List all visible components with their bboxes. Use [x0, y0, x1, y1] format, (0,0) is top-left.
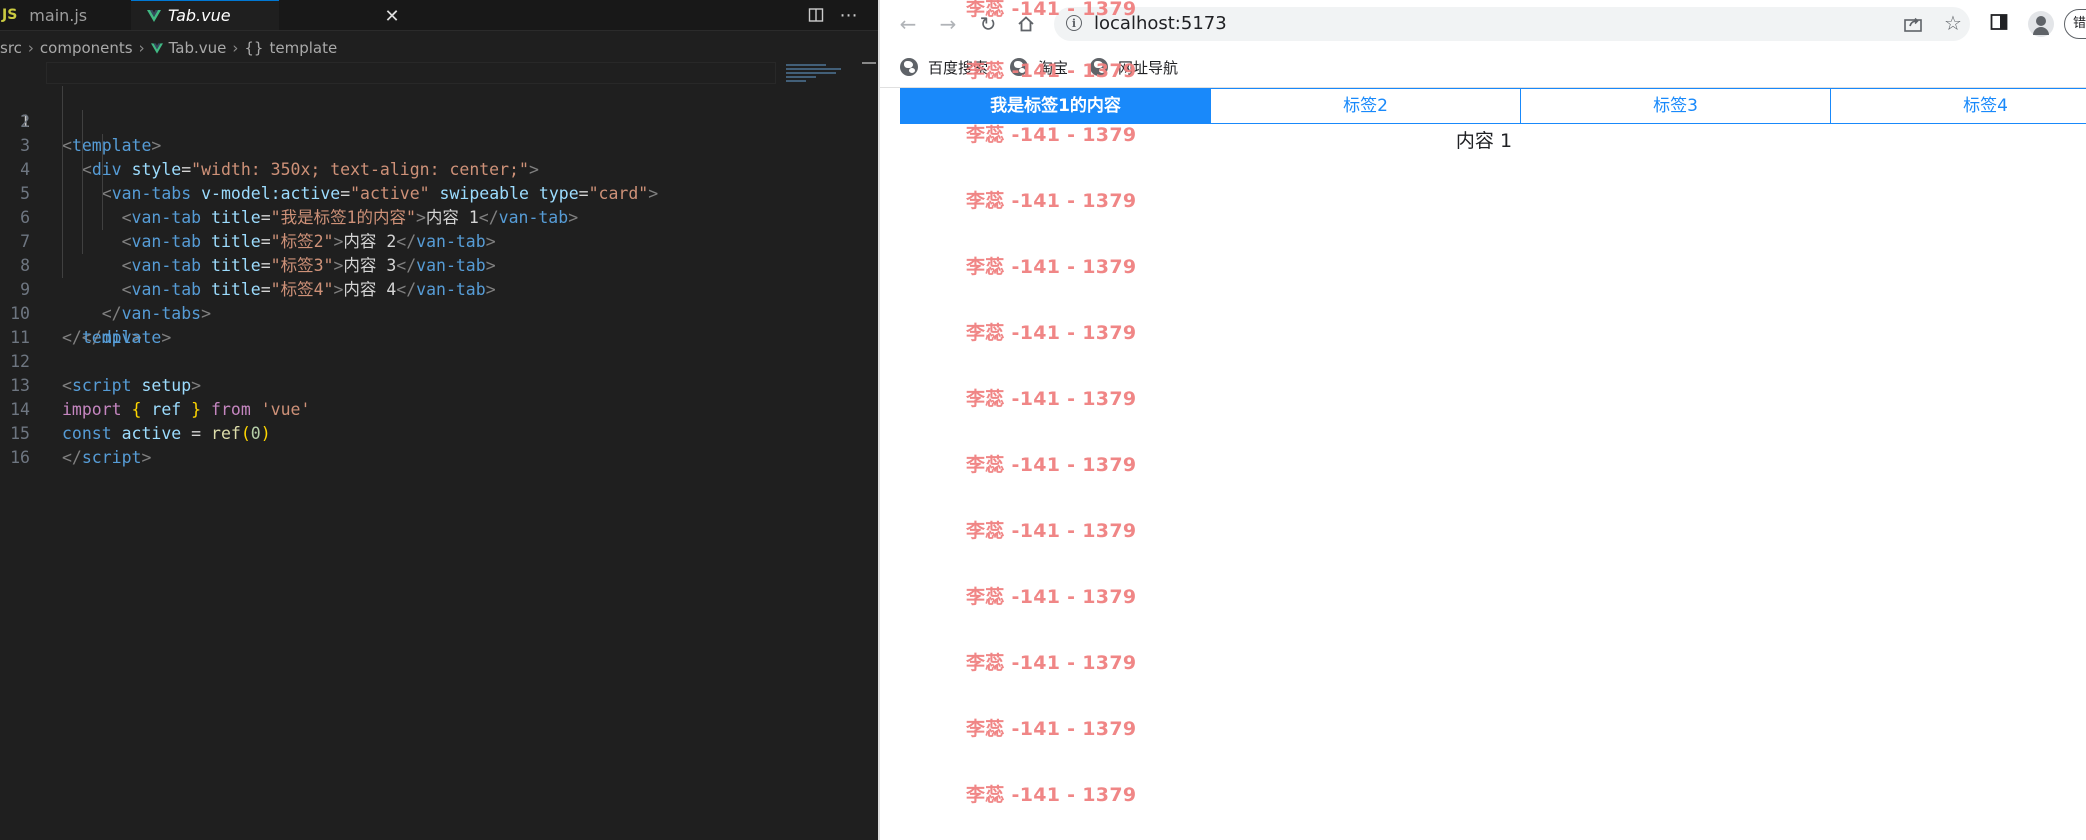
van-tabs-card: 我是标签1的内容 标签2 标签3 标签4	[900, 88, 2086, 124]
code-line: 2 <div style="width: 350x; text-align: c…	[0, 86, 878, 179]
code-line: 1 <template>	[0, 62, 878, 155]
profile-button[interactable]: 错	[2064, 9, 2086, 39]
code-editor: JS main.js Tab.vue ✕ ⋯ src › components › …	[0, 0, 878, 840]
more-actions-icon[interactable]: ⋯	[838, 4, 860, 26]
watermark-text: 李蕊 -141 - 1379	[966, 718, 1137, 740]
page-viewport: 我是标签1的内容 标签2 标签3 标签4 内容 1 李蕊 -141 - 1379…	[880, 88, 2086, 840]
tab-3[interactable]: 标签3	[1521, 89, 1831, 123]
profile-button-text: 错	[2073, 16, 2086, 31]
breadcrumb-src[interactable]: src	[0, 39, 22, 57]
tab-main-js[interactable]: JS main.js	[0, 0, 128, 30]
breadcrumb-template[interactable]: template	[269, 39, 337, 57]
globe-icon	[900, 58, 918, 76]
tab-tab-vue[interactable]: Tab.vue ✕	[131, 0, 400, 30]
code-line: 4 <van-tab title="我是标签1的内容">内容 1</van-ta…	[0, 134, 878, 227]
braces-icon: {}	[244, 39, 264, 57]
chevron-right-icon: ›	[232, 39, 239, 57]
split-editor-icon[interactable]	[806, 4, 826, 26]
bookmark-star-icon[interactable]: ☆	[1942, 11, 1964, 35]
watermark-text: 李蕊 -141 - 1379	[966, 124, 1137, 146]
watermark-text: 李蕊 -141 - 1379	[966, 190, 1137, 212]
code-line: 11	[0, 302, 878, 347]
minimap[interactable]	[786, 62, 846, 102]
code-line: 8 </van-tabs>	[0, 230, 878, 323]
code-token: script	[81, 448, 142, 467]
watermark-text: 李蕊 -141 - 1379	[966, 586, 1137, 608]
code-area[interactable]: 1 <template> 2 <div style="width: 350x; …	[0, 62, 878, 467]
code-line: 12 <script setup>	[0, 326, 878, 395]
js-file-icon: JS	[2, 7, 18, 23]
watermark-text: 李蕊 -141 - 1379	[966, 652, 1137, 674]
watermark-text: 李蕊 -141 - 1379	[966, 0, 1137, 20]
code-line: 14 const active = ref(0)	[0, 374, 878, 443]
watermark-text: 李蕊 -141 - 1379	[966, 454, 1137, 476]
tab-2[interactable]: 标签2	[1211, 89, 1521, 123]
watermark-text: 李蕊 -141 - 1379	[966, 520, 1137, 542]
close-icon[interactable]: ✕	[381, 4, 403, 28]
tab-label: main.js	[29, 5, 88, 25]
code-line: 15 </script>	[0, 398, 878, 467]
chevron-right-icon: ›	[138, 39, 145, 57]
watermark-text: 李蕊 -141 - 1379	[966, 60, 1137, 82]
watermark-text: 李蕊 -141 - 1379	[966, 322, 1137, 344]
breadcrumb-components[interactable]: components	[40, 39, 133, 57]
code-line: 3 <van-tabs v-model:active="active" swip…	[0, 110, 878, 203]
tab-label: Tab.vue	[168, 6, 231, 25]
current-line-highlight	[46, 62, 776, 84]
watermark-text: 李蕊 -141 - 1379	[966, 256, 1137, 278]
address-bar[interactable]: i localhost:5173	[1054, 7, 1970, 41]
code-line: 10 </template>	[0, 278, 878, 347]
breadcrumb-file[interactable]: Tab.vue	[169, 39, 227, 57]
forward-arrow-icon[interactable]: →	[934, 10, 962, 38]
code-line: 16	[0, 422, 878, 467]
watermark-text: 李蕊 -141 - 1379	[966, 388, 1137, 410]
share-icon[interactable]	[1902, 13, 1924, 35]
code-line: 5 <van-tab title="标签2">内容 2</van-tab>	[0, 158, 878, 251]
scrollbar[interactable]	[862, 62, 876, 64]
side-panel-icon[interactable]	[1990, 13, 2012, 35]
profile-avatar-icon[interactable]	[2028, 11, 2054, 37]
tab-1[interactable]: 我是标签1的内容	[901, 89, 1211, 123]
editor-tab-bar: JS main.js Tab.vue ✕ ⋯	[0, 0, 878, 31]
vue-icon	[147, 9, 161, 22]
code-line: 9 </div>	[0, 254, 878, 347]
breadcrumb: src › components › Tab.vue › {} template	[0, 32, 878, 64]
line-number: 16	[10, 448, 30, 467]
browser-window: ← → ↻ i localhost:5173 ☆ 错 百度搜索 淘宝 网址导航 …	[878, 0, 2086, 840]
tab-4[interactable]: 标签4	[1831, 89, 2086, 123]
code-line: 6 <van-tab title="标签3">内容 3</van-tab>	[0, 182, 878, 275]
code-line: 13 import { ref } from 'vue'	[0, 350, 878, 419]
back-arrow-icon[interactable]: ←	[894, 10, 922, 38]
vue-icon	[150, 42, 163, 54]
code-line: 7 <van-tab title="标签4">内容 4</van-tab>	[0, 206, 878, 299]
chevron-right-icon: ›	[27, 39, 34, 57]
watermark-text: 李蕊 -141 - 1379	[966, 784, 1137, 806]
